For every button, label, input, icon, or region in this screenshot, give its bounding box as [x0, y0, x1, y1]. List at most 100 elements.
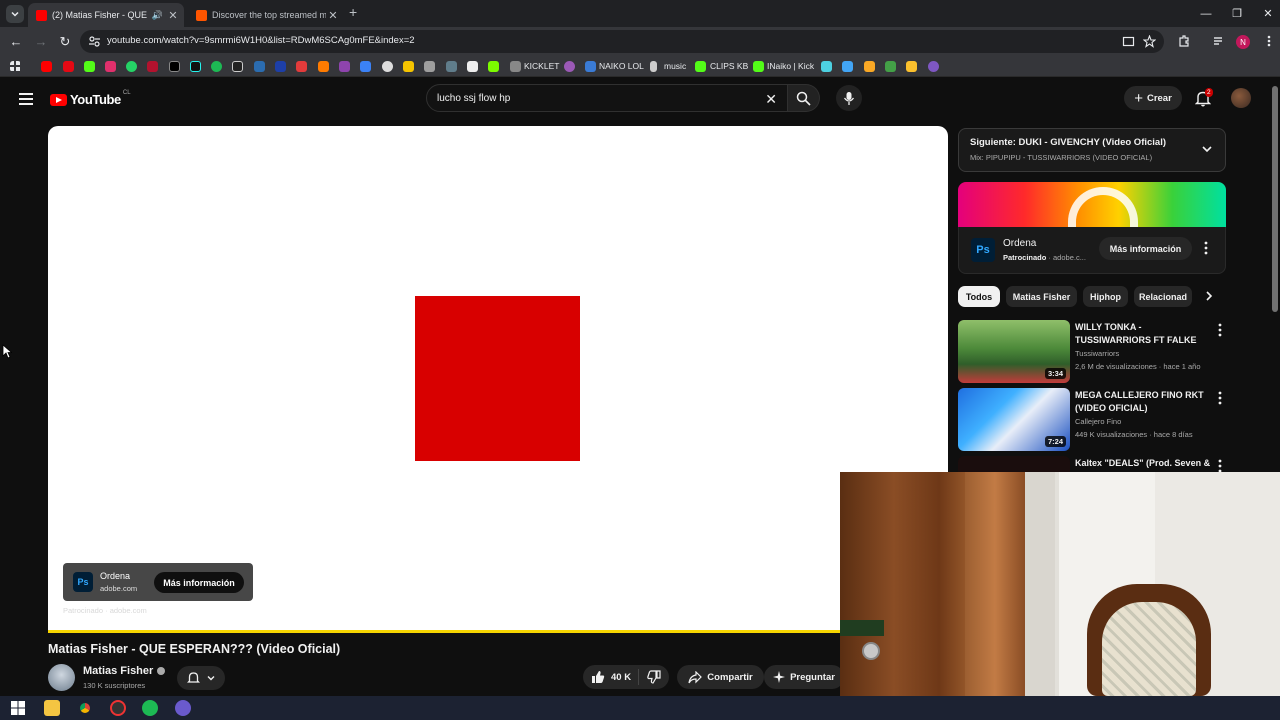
- ad-more-info-button[interactable]: Más información: [154, 572, 244, 593]
- voice-search-button[interactable]: [836, 85, 862, 111]
- more-options-icon[interactable]: [1218, 323, 1222, 337]
- new-tab-button[interactable]: +: [349, 4, 357, 20]
- bookmark-icon[interactable]: [488, 61, 499, 72]
- sidebar-ad-banner[interactable]: [958, 182, 1226, 227]
- media-controls-icon[interactable]: [1212, 34, 1226, 48]
- close-window-button[interactable]: ✕: [1252, 0, 1280, 27]
- more-options-icon[interactable]: [1218, 459, 1222, 472]
- bookmark-kicklet[interactable]: KICKLET: [524, 61, 559, 71]
- bookmark-icon[interactable]: [318, 61, 329, 72]
- ask-button[interactable]: Preguntar: [764, 665, 844, 689]
- kick-bookmark-icon[interactable]: [753, 61, 764, 72]
- player-ad-card[interactable]: Ps Ordena adobe.com Más información: [63, 563, 253, 601]
- red-bookmark-icon[interactable]: [147, 61, 158, 72]
- recommendation-title[interactable]: MEGA CALLEJERO FINO RKT (VIDEO OFICIAL): [1075, 389, 1213, 415]
- bookmark-icon[interactable]: [446, 61, 457, 72]
- reload-icon[interactable]: ↻: [58, 34, 72, 50]
- spotify-bookmark-icon[interactable]: [211, 61, 222, 72]
- recommendation-item[interactable]: Kaltex "DEALS" (Prod. Seven &: [958, 456, 1226, 472]
- menu-kebab-icon[interactable]: [1262, 34, 1276, 48]
- instagram-bookmark-icon[interactable]: [105, 61, 116, 72]
- bookmark-icon[interactable]: [360, 61, 371, 72]
- video-thumbnail[interactable]: 7:24: [958, 388, 1070, 451]
- forward-icon[interactable]: →: [34, 34, 48, 49]
- bookmark-icon[interactable]: [382, 61, 393, 72]
- x-bookmark-icon[interactable]: [169, 61, 180, 72]
- page-scrollbar[interactable]: [1272, 86, 1278, 312]
- address-bar[interactable]: youtube.com/watch?v=9smrmi6W1H0&list=RDw…: [80, 30, 1164, 53]
- site-info-icon[interactable]: [88, 35, 101, 48]
- recommendation-title[interactable]: Kaltex "DEALS" (Prod. Seven &: [1075, 457, 1213, 470]
- music-bookmark-icon[interactable]: [650, 61, 657, 72]
- speaker-icon[interactable]: 🔊: [152, 10, 163, 21]
- minimize-button[interactable]: —: [1190, 0, 1222, 27]
- naiko-lol-bookmark-icon[interactable]: [585, 61, 596, 72]
- bookmark-naiko-lol[interactable]: NAIKO LOL: [599, 61, 644, 71]
- extensions-icon[interactable]: [1177, 34, 1191, 48]
- ad-progress-bar[interactable]: [48, 630, 840, 633]
- up-next-panel[interactable]: Siguiente: DUKI - GIVENCHY (Video Oficia…: [958, 128, 1226, 172]
- search-button[interactable]: [788, 84, 820, 112]
- chevron-right-icon[interactable]: [1203, 290, 1215, 302]
- like-button[interactable]: 40 K: [591, 670, 631, 684]
- bookmark-icon[interactable]: [885, 61, 896, 72]
- spotify-icon[interactable]: [142, 700, 158, 716]
- close-tab-icon[interactable]: ✕: [326, 9, 340, 22]
- bookmark-icon[interactable]: [275, 61, 286, 72]
- share-button[interactable]: Compartir: [677, 665, 764, 689]
- bookmark-icon[interactable]: [254, 61, 265, 72]
- video-thumbnail[interactable]: 3:34: [958, 320, 1070, 383]
- bookmark-naiko-kick[interactable]: INaiko | Kick: [767, 61, 814, 71]
- tab-youtube[interactable]: (2) Matias Fisher - QUE ESPERAN??? 🔊 ✕: [28, 3, 184, 27]
- hamburger-menu-icon[interactable]: [19, 93, 33, 108]
- bookmark-icon[interactable]: [339, 61, 350, 72]
- chip-relacionados[interactable]: Relacionad: [1134, 286, 1192, 307]
- bookmark-clips-kb[interactable]: CLIPS KB: [710, 61, 748, 71]
- cast-icon[interactable]: [1122, 35, 1135, 48]
- recommendation-item[interactable]: 3:34 WILLY TONKA - TUSSIWARRIORS FT FALK…: [958, 320, 1226, 384]
- youtube-bookmark-icon[interactable]: [41, 61, 52, 72]
- chip-hiphop[interactable]: Hiphop: [1083, 286, 1128, 307]
- channel-avatar[interactable]: [48, 664, 75, 691]
- bookmark-icon[interactable]: [403, 61, 414, 72]
- apps-grid-icon[interactable]: [10, 61, 21, 72]
- create-button[interactable]: + Crear: [1124, 86, 1182, 110]
- subscription-button[interactable]: [177, 666, 225, 690]
- recommendation-channel[interactable]: Callejero Fino: [1075, 417, 1121, 426]
- video-player[interactable]: [48, 126, 948, 632]
- recommendation-channel[interactable]: Tussiwarriors: [1075, 349, 1119, 358]
- bookmark-icon[interactable]: [842, 61, 853, 72]
- whatsapp-bookmark-icon[interactable]: [126, 61, 137, 72]
- windows-start-icon[interactable]: [10, 700, 26, 716]
- sidebar-ad-more-info-button[interactable]: Más información: [1099, 237, 1192, 260]
- bookmark-icon[interactable]: [232, 61, 243, 72]
- bookmark-icon[interactable]: [821, 61, 832, 72]
- back-icon[interactable]: ←: [9, 34, 23, 49]
- maximize-button[interactable]: ❐: [1221, 0, 1253, 27]
- bookmark-icon[interactable]: [928, 61, 939, 72]
- bookmark-icon[interactable]: [424, 61, 435, 72]
- kicklet-bookmark-icon[interactable]: [510, 61, 521, 72]
- netflix-bookmark-icon[interactable]: [63, 61, 74, 72]
- bookmark-icon[interactable]: [296, 61, 307, 72]
- video-thumbnail[interactable]: [958, 456, 1070, 472]
- bookmark-icon[interactable]: [564, 61, 575, 72]
- kick-bookmark-icon[interactable]: [84, 61, 95, 72]
- more-options-icon[interactable]: [1204, 241, 1208, 255]
- discord-icon[interactable]: [175, 700, 191, 716]
- bookmark-icon[interactable]: [467, 61, 478, 72]
- tab-soundcloud[interactable]: Discover the top streamed music ✕: [188, 3, 344, 27]
- user-avatar[interactable]: [1231, 88, 1251, 108]
- clear-search-icon[interactable]: ✕: [765, 91, 777, 108]
- chrome-icon[interactable]: [77, 700, 93, 716]
- star-icon[interactable]: [1143, 35, 1156, 48]
- bookmark-icon[interactable]: [864, 61, 875, 72]
- bookmark-music[interactable]: music: [664, 61, 686, 71]
- profile-avatar[interactable]: N: [1236, 35, 1250, 49]
- close-tab-icon[interactable]: ✕: [166, 9, 180, 22]
- youtube-logo[interactable]: YouTube CL: [50, 90, 131, 107]
- bookmark-icon[interactable]: [906, 61, 917, 72]
- thumbs-down-icon[interactable]: [647, 670, 661, 684]
- more-options-icon[interactable]: [1218, 391, 1222, 405]
- chip-todos[interactable]: Todos: [958, 286, 1000, 307]
